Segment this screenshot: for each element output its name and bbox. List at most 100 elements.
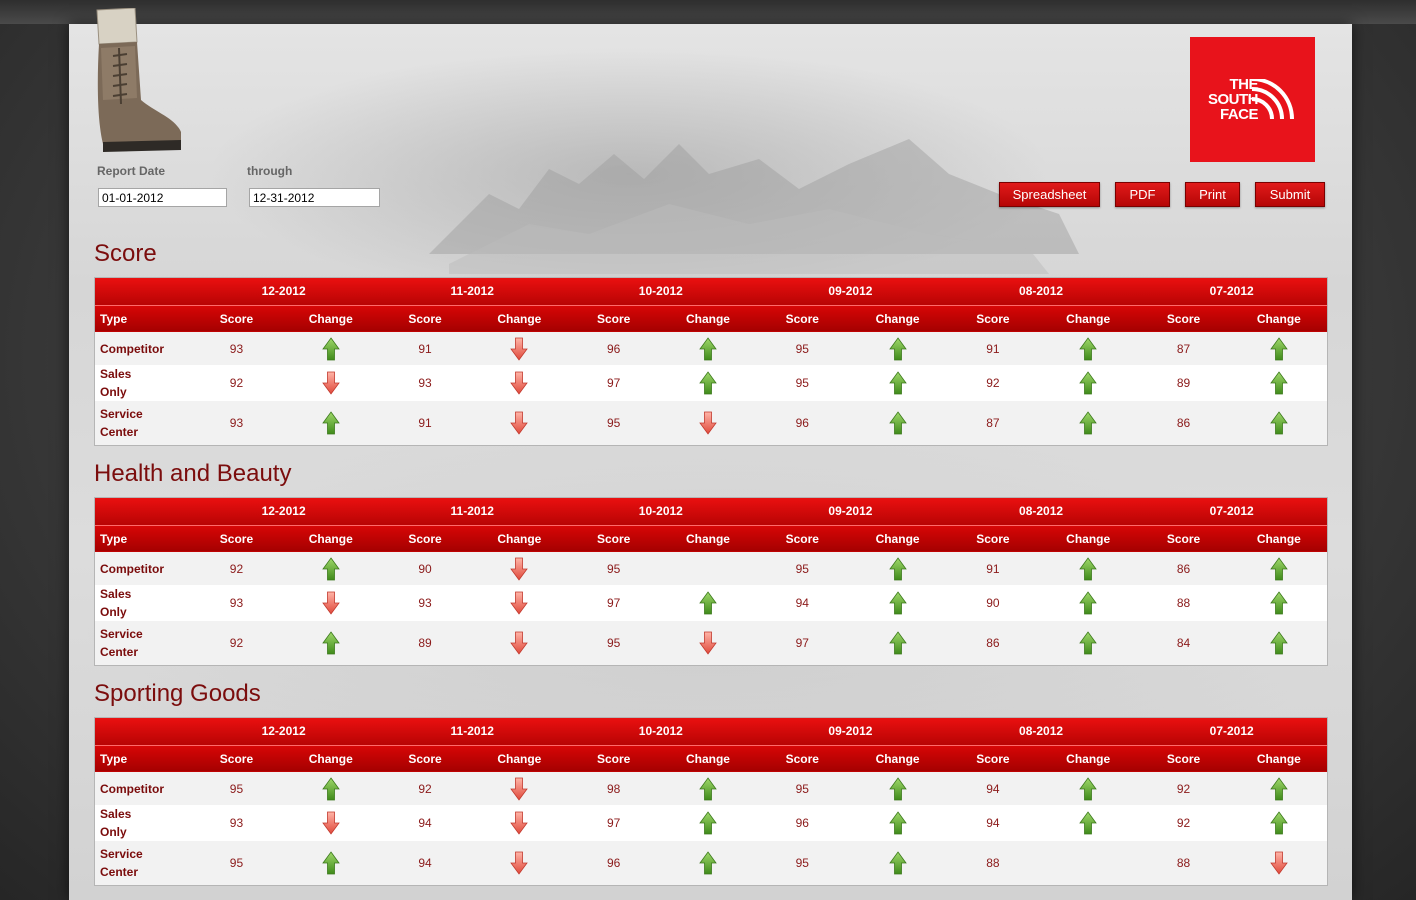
- print-button[interactable]: Print: [1185, 182, 1240, 207]
- change-cell: [1040, 841, 1137, 885]
- change-cell: [283, 805, 378, 841]
- score-cell: 88: [1136, 585, 1231, 621]
- score-cell: 95: [566, 401, 661, 445]
- logo-mark-icon: [1251, 79, 1294, 120]
- change-header: Change: [849, 744, 946, 772]
- up-arrow-icon: [1079, 411, 1097, 435]
- up-arrow-icon: [1270, 371, 1288, 395]
- month-header: 09-2012: [755, 278, 946, 305]
- down-arrow-icon: [321, 591, 340, 615]
- change-cell: [1040, 585, 1137, 621]
- score-cell: 93: [189, 401, 284, 445]
- pdf-button[interactable]: PDF: [1115, 182, 1170, 207]
- score-cell: 86: [945, 621, 1041, 665]
- month-header: 10-2012: [566, 278, 756, 305]
- table-row: Competitor 95 92 98 95 94 92: [95, 772, 1327, 805]
- header-blank: [95, 278, 190, 305]
- score-cell: 97: [755, 621, 850, 665]
- down-arrow-icon: [510, 631, 529, 655]
- month-header: 11-2012: [377, 278, 567, 305]
- change-cell: [660, 841, 756, 885]
- section-title: Sporting Goods: [94, 680, 261, 707]
- change-cell: [1230, 621, 1327, 665]
- down-arrow-icon: [699, 411, 717, 435]
- table-row: Sales Only 93 94 97 96 94 92: [95, 805, 1327, 841]
- row-type-label: Sales Only: [95, 585, 190, 621]
- row-type-label: Competitor: [95, 772, 190, 805]
- score-cell: 95: [755, 772, 850, 805]
- change-cell: [849, 365, 946, 401]
- month-header: 08-2012: [945, 498, 1137, 525]
- score-cell: 86: [1136, 401, 1231, 445]
- score-cell: 96: [755, 401, 850, 445]
- section-title: Health and Beauty: [94, 460, 292, 487]
- row-type-label: Competitor: [95, 332, 190, 365]
- month-header: 09-2012: [755, 498, 946, 525]
- report-panel: THE SOUTH FACE Report Date through Sprea…: [69, 8, 1352, 900]
- brand-logo: THE SOUTH FACE: [1190, 37, 1315, 162]
- change-cell: [1040, 365, 1137, 401]
- row-type-label: Service Center: [95, 621, 190, 665]
- change-cell: [660, 805, 756, 841]
- change-header: Change: [1230, 304, 1327, 332]
- score-cell: 87: [1136, 332, 1231, 365]
- down-arrow-icon: [510, 411, 529, 435]
- change-header: Change: [1040, 744, 1137, 772]
- score-header: Score: [755, 304, 850, 332]
- change-cell: [283, 552, 378, 585]
- top-bar: [0, 0, 1416, 24]
- up-arrow-icon: [888, 851, 907, 875]
- month-header: 12-2012: [189, 498, 378, 525]
- score-header: Score: [945, 304, 1041, 332]
- type-header: Type: [95, 744, 190, 772]
- change-header: Change: [472, 524, 567, 552]
- score-cell: 96: [566, 332, 661, 365]
- end-date-input[interactable]: [249, 188, 380, 207]
- submit-button[interactable]: Submit: [1255, 182, 1325, 207]
- month-header: 11-2012: [377, 498, 567, 525]
- up-arrow-icon: [888, 371, 907, 395]
- score-cell: 92: [189, 552, 284, 585]
- score-header: Score: [566, 524, 661, 552]
- change-cell: [849, 585, 946, 621]
- score-table: 12-2012 11-2012 10-2012 09-2012 08-2012 07-20…: [94, 717, 1328, 886]
- score-cell: 93: [189, 332, 284, 365]
- change-cell: [660, 772, 756, 805]
- score-cell: 93: [189, 585, 284, 621]
- change-cell: [472, 365, 567, 401]
- score-cell: 89: [377, 621, 473, 665]
- month-header: 09-2012: [755, 718, 946, 745]
- score-header: Score: [566, 744, 661, 772]
- spreadsheet-button[interactable]: Spreadsheet: [999, 182, 1100, 207]
- score-cell: 95: [566, 621, 661, 665]
- up-arrow-icon: [1079, 591, 1097, 615]
- score-header: Score: [377, 744, 473, 772]
- up-arrow-icon: [1270, 336, 1288, 360]
- row-type-label: Sales Only: [95, 365, 190, 401]
- start-date-input[interactable]: [98, 188, 227, 207]
- change-cell: [1230, 841, 1327, 885]
- row-type-label: Sales Only: [95, 805, 190, 841]
- change-cell: [283, 585, 378, 621]
- up-arrow-icon: [888, 556, 907, 580]
- up-arrow-icon: [1079, 631, 1097, 655]
- score-cell: 92: [377, 772, 473, 805]
- up-arrow-icon: [699, 851, 717, 875]
- up-arrow-icon: [1270, 776, 1288, 800]
- change-header: Change: [1230, 524, 1327, 552]
- score-cell: 91: [377, 332, 473, 365]
- score-cell: 87: [945, 401, 1041, 445]
- change-cell: [1040, 621, 1137, 665]
- month-header: 12-2012: [189, 718, 378, 745]
- change-header: Change: [849, 304, 946, 332]
- score-cell: 94: [945, 772, 1041, 805]
- change-cell: [1230, 585, 1327, 621]
- score-cell: 95: [755, 552, 850, 585]
- change-cell: [1230, 772, 1327, 805]
- change-header: Change: [472, 744, 567, 772]
- down-arrow-icon: [1270, 851, 1288, 875]
- change-cell: [472, 772, 567, 805]
- score-cell: 93: [377, 585, 473, 621]
- score-cell: 95: [755, 332, 850, 365]
- change-cell: [849, 805, 946, 841]
